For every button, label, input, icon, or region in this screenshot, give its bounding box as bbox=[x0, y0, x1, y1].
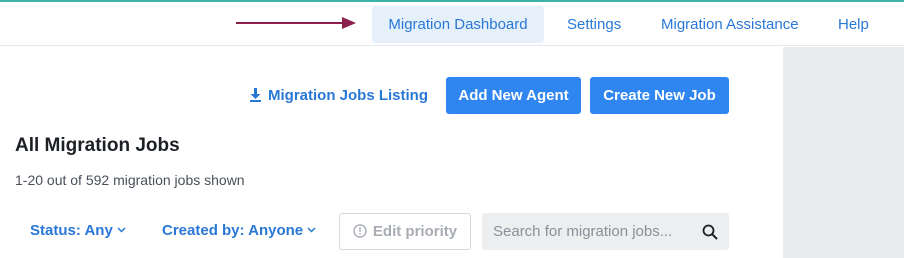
arrow-icon bbox=[236, 17, 356, 29]
chevron-down-icon bbox=[307, 227, 316, 233]
status-filter-label: Status: Any bbox=[30, 222, 113, 239]
search-icon[interactable] bbox=[702, 224, 718, 240]
chevron-down-icon bbox=[117, 227, 126, 233]
add-new-agent-button[interactable]: Add New Agent bbox=[446, 77, 581, 114]
nav-help[interactable]: Help bbox=[838, 6, 869, 43]
nav-settings[interactable]: Settings bbox=[567, 6, 621, 43]
migration-jobs-listing-label: Migration Jobs Listing bbox=[268, 87, 428, 104]
jobs-count-text: 1-20 out of 592 migration jobs shown bbox=[15, 172, 245, 188]
search-box bbox=[482, 213, 729, 250]
nav-migration-dashboard[interactable]: Migration Dashboard bbox=[372, 6, 544, 43]
created-by-filter-dropdown[interactable]: Created by: Anyone bbox=[162, 222, 316, 239]
info-icon bbox=[353, 224, 367, 238]
edit-priority-label: Edit priority bbox=[372, 223, 458, 240]
status-filter-dropdown[interactable]: Status: Any bbox=[30, 222, 126, 239]
top-navigation: Migration Dashboard Settings Migration A… bbox=[0, 2, 904, 46]
edit-priority-button[interactable]: Edit priority bbox=[339, 213, 471, 250]
created-by-filter-label: Created by: Anyone bbox=[162, 222, 304, 239]
page-title: All Migration Jobs bbox=[15, 135, 180, 156]
nav-migration-assistance[interactable]: Migration Assistance bbox=[661, 6, 799, 43]
migration-jobs-listing-link[interactable]: Migration Jobs Listing bbox=[249, 80, 428, 112]
migration-app: Migration Dashboard Settings Migration A… bbox=[0, 0, 904, 258]
download-icon bbox=[250, 88, 261, 102]
side-panel bbox=[783, 47, 904, 258]
search-input[interactable] bbox=[482, 213, 697, 250]
create-new-job-button[interactable]: Create New Job bbox=[590, 77, 729, 114]
